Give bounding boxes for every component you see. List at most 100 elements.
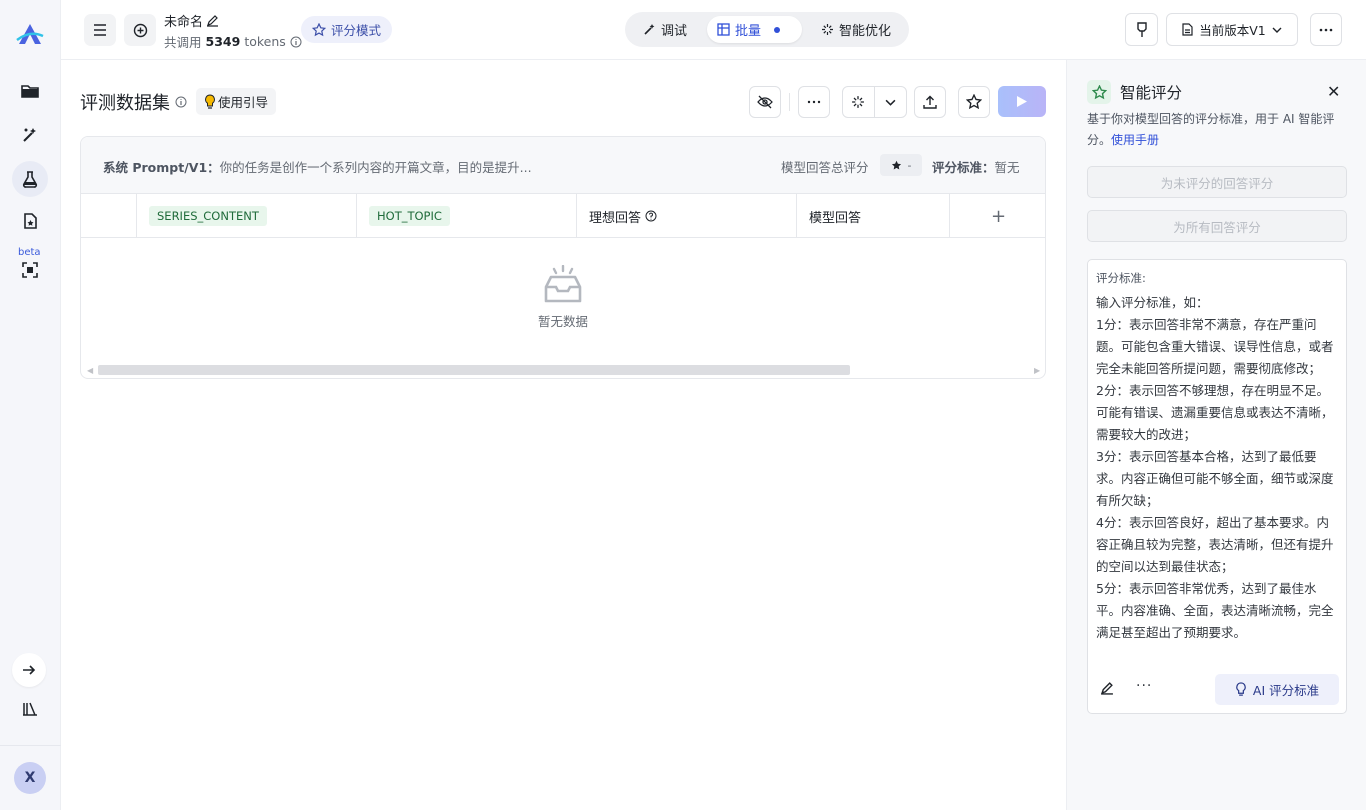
- prompt-row: 系统 Prompt/V1：你的任务是创作一个系列内容的开篇文章，目的是提升...…: [81, 137, 1045, 194]
- manual-link[interactable]: 使用手册: [1111, 133, 1159, 147]
- column-hot-topic[interactable]: HOT_TOPIC: [357, 194, 577, 238]
- version-select[interactable]: 当前版本V1: [1166, 13, 1298, 46]
- usage-guide-label: 使用引导: [218, 95, 269, 110]
- prompt-prefix: 系统 Prompt/V1：: [103, 160, 220, 175]
- tab-smart-optimize[interactable]: 智能优化: [811, 16, 901, 43]
- more-dots-icon: [1319, 28, 1333, 32]
- empty-state: 暂无数据: [521, 265, 605, 330]
- star-doc-icon[interactable]: [12, 203, 48, 239]
- more-options-button[interactable]: [1310, 13, 1342, 46]
- criteria-label: 评分标准:: [1096, 271, 1146, 285]
- score-mode-badge[interactable]: 评分模式: [301, 16, 393, 43]
- document-icon: [1182, 23, 1193, 36]
- more-dots-icon: [807, 100, 821, 104]
- app-logo-icon[interactable]: [15, 22, 45, 48]
- lightbulb-outline-icon: [1235, 682, 1247, 697]
- score-mode-label: 评分模式: [331, 23, 382, 38]
- table-header-row: SERIES_CONTENT HOT_TOPIC 理想回答 模型回答 +: [81, 194, 1045, 238]
- ai-criteria-button[interactable]: AI 评分标准: [1215, 674, 1339, 705]
- usage-unit: tokens: [244, 34, 286, 49]
- star-filled-icon: [891, 160, 902, 171]
- criteria-textarea[interactable]: 输入评分标准，如： 1分：表示回答非常不满意，存在严重问题。可能包含重大错误、误…: [1096, 292, 1341, 644]
- magic-wand-icon[interactable]: [12, 117, 48, 153]
- scroll-right-arrow[interactable]: ▶: [1034, 366, 1040, 375]
- system-prompt-summary[interactable]: 系统 Prompt/V1：你的任务是创作一个系列内容的开篇文章，目的是提升...: [103, 157, 532, 176]
- active-dot: [774, 26, 781, 33]
- criteria-prefix: 评分标准：: [932, 160, 995, 175]
- score-all-button[interactable]: 为所有回答评分: [1087, 210, 1347, 242]
- add-circle-icon[interactable]: [124, 14, 156, 46]
- tab-debug[interactable]: 调试: [633, 16, 697, 43]
- wand-icon: [643, 23, 656, 36]
- hide-eye-button[interactable]: [749, 86, 781, 118]
- chevron-down-icon: [1272, 27, 1282, 33]
- usage-tokens: 5349: [205, 34, 241, 49]
- prompt-title[interactable]: 未命名: [164, 11, 219, 30]
- help-circle-icon[interactable]: [645, 210, 657, 222]
- total-score-value: -: [907, 158, 912, 172]
- usage-prefix: 共调用: [164, 35, 202, 50]
- score-unscored-button[interactable]: 为未评分的回答评分: [1087, 166, 1347, 198]
- favorite-button[interactable]: [958, 86, 990, 118]
- tab-smart-optimize-label: 智能优化: [839, 24, 892, 39]
- prompt-title-text: 未命名: [164, 15, 204, 30]
- upload-icon: [923, 95, 937, 109]
- star-outline-icon: [1087, 80, 1111, 104]
- tab-batch-label: 批量: [735, 24, 762, 39]
- column-series-content[interactable]: SERIES_CONTENT: [137, 194, 357, 238]
- generate-split-button[interactable]: [842, 86, 907, 118]
- panel-title: 智能评分: [1120, 84, 1183, 102]
- version-label: 当前版本V1: [1199, 23, 1266, 38]
- expand-arrow-icon[interactable]: [12, 653, 46, 687]
- row-select-header: [81, 194, 137, 238]
- empty-text: 暂无数据: [537, 314, 588, 329]
- scan-icon[interactable]: [12, 252, 48, 288]
- rail-divider: [0, 745, 61, 746]
- smart-scoring-panel: 智能评分 ✕ 基于你对模型回答的评分标准，用于 AI 智能评分。使用手册 为未评…: [1066, 60, 1366, 810]
- horizontal-scrollbar[interactable]: [98, 365, 850, 375]
- variable-tag: HOT_TOPIC: [369, 206, 450, 226]
- upload-button[interactable]: [914, 86, 946, 118]
- tab-batch[interactable]: 批量: [707, 16, 802, 43]
- eval-flask-icon[interactable]: [12, 161, 48, 197]
- panel-description: 基于你对模型回答的评分标准，用于 AI 智能评分。使用手册: [1087, 109, 1349, 151]
- add-column-button[interactable]: +: [950, 194, 1045, 238]
- top-bar: 未命名 共调用 5349 tokens 评分模式 调试 批量 智能优化 当前版本…: [61, 0, 1366, 60]
- token-usage: 共调用 5349 tokens: [164, 32, 302, 51]
- scroll-left-arrow[interactable]: ◀: [87, 366, 93, 375]
- folder-icon[interactable]: [12, 72, 48, 108]
- chevron-down-icon[interactable]: [875, 99, 906, 106]
- sparkle-icon: [821, 23, 834, 36]
- library-icon[interactable]: [22, 701, 38, 717]
- plus-icon: +: [990, 205, 1007, 227]
- usage-guide-button[interactable]: 使用引导: [196, 88, 277, 115]
- avatar[interactable]: X: [14, 762, 46, 794]
- close-icon[interactable]: ✕: [1327, 82, 1340, 101]
- toolbar-divider: [789, 93, 790, 111]
- more-dots-icon[interactable]: ···: [1136, 678, 1152, 694]
- star-outline-icon: [966, 94, 982, 110]
- column-ideal-answer[interactable]: 理想回答: [577, 194, 797, 238]
- variable-tag: SERIES_CONTENT: [149, 206, 267, 226]
- main-content: 评测数据集 使用引导 系统 Prompt/V1：你的任务是创作一个系列内容的开篇…: [61, 60, 1066, 810]
- eye-off-icon: [757, 95, 773, 109]
- criteria-summary: 评分标准：暂无: [932, 157, 1020, 176]
- total-score-badge: -: [880, 154, 922, 176]
- run-button[interactable]: [998, 86, 1046, 117]
- edit-pencil-icon[interactable]: [206, 14, 219, 27]
- info-icon[interactable]: [175, 96, 187, 108]
- dataset-table: 系统 Prompt/V1：你的任务是创作一个系列内容的开篇文章，目的是提升...…: [80, 136, 1046, 379]
- pin-button[interactable]: [1125, 13, 1158, 46]
- criteria-editor[interactable]: 评分标准: 输入评分标准，如： 1分：表示回答非常不满意，存在严重问题。可能包含…: [1087, 259, 1347, 714]
- column-model-answer[interactable]: 模型回答: [797, 194, 950, 238]
- empty-inbox-icon: [541, 265, 585, 305]
- info-icon[interactable]: [290, 36, 302, 48]
- edit-pencil-icon[interactable]: [1100, 681, 1114, 695]
- prompt-text: 你的任务是创作一个系列内容的开篇文章，目的是提升...: [219, 160, 532, 175]
- menu-icon[interactable]: [84, 14, 116, 46]
- mode-segmented-control: 调试 批量 智能优化: [625, 12, 909, 47]
- left-rail: beta X: [0, 0, 61, 810]
- bulb-pin-icon: [1136, 21, 1148, 38]
- sparkle-icon[interactable]: [843, 87, 875, 117]
- more-tools-button[interactable]: [798, 86, 830, 118]
